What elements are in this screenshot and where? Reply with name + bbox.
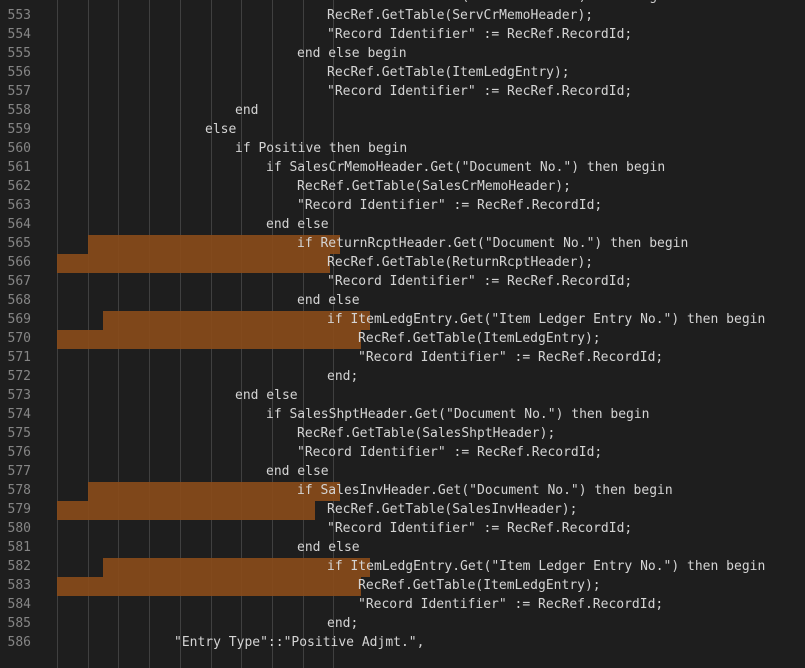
code-line: end else	[266, 217, 329, 232]
code-line: RecRef.GetTable(ItemLedgEntry);	[358, 578, 601, 593]
code-line: "Record Identifier" := RecRef.RecordId;	[327, 84, 633, 99]
line-number: 585	[7, 616, 31, 631]
code-line: "Record Identifier" := RecRef.RecordId;	[327, 27, 633, 42]
code-line: "Entry Type"::"Positive Adjmt.",	[174, 635, 425, 650]
line-number: 586	[7, 635, 31, 650]
code-line: RecRef.GetTable(ItemLedgEntry);	[327, 65, 570, 80]
line-number: 568	[7, 293, 31, 308]
code-line: "Record Identifier" := RecRef.RecordId;	[297, 198, 603, 213]
line-number: 555	[7, 46, 31, 61]
changed-region-highlight	[57, 501, 315, 520]
code-line: end else begin	[297, 46, 407, 61]
line-number: 554	[7, 27, 31, 42]
line-number: 567	[7, 274, 31, 289]
line-number: 561	[7, 160, 31, 175]
line-number: 576	[7, 445, 31, 460]
code-line: "Record Identifier" := RecRef.RecordId;	[358, 350, 664, 365]
line-number: 582	[7, 559, 31, 574]
changed-region-highlight	[57, 577, 361, 596]
code-line: if ItemLedgEntry.Get("Item Ledger Entry …	[327, 559, 766, 574]
changed-region-highlight	[57, 254, 330, 273]
line-number: 574	[7, 407, 31, 422]
line-number: 569	[7, 312, 31, 327]
code-line: end;	[327, 369, 359, 384]
code-line: if SalesShptHeader.Get("Document No.") t…	[266, 407, 650, 422]
code-line: end	[235, 103, 259, 118]
code-line: RecRef.GetTable(ReturnRcptHeader);	[327, 255, 594, 270]
line-number: 579	[7, 502, 31, 517]
line-number: 577	[7, 464, 31, 479]
code-line: if Positive then begin	[235, 141, 408, 156]
line-number: 584	[7, 597, 31, 612]
code-line: if ItemLedgEntry.Get("Item Ledger Entry …	[327, 312, 766, 327]
line-number: 559	[7, 122, 31, 137]
line-number: 562	[7, 179, 31, 194]
code-line: "Record Identifier" := RecRef.RecordId;	[358, 597, 664, 612]
code-line: RecRef.GetTable(SalesShptHeader);	[297, 426, 556, 441]
line-number: 566	[7, 255, 31, 270]
line-number: 558	[7, 103, 31, 118]
line-number: 578	[7, 483, 31, 498]
code-line: RecRef.GetTable(SalesCrMemoHeader);	[297, 179, 571, 194]
code-line: RecRef.GetTable(ItemLedgEntry);	[358, 331, 601, 346]
line-number: 575	[7, 426, 31, 441]
code-line: RecRef.GetTable(SalesInvHeader);	[327, 502, 578, 517]
code-line: "Record Identifier" := RecRef.RecordId;	[327, 274, 633, 289]
line-number: 564	[7, 217, 31, 232]
line-number: 570	[7, 331, 31, 346]
code-line: if SalesInvHeader.Get("Document No.") th…	[297, 483, 673, 498]
code-line: end;	[327, 616, 359, 631]
code-editor[interactable]: 552if ServMemoHeader.Get("Document No.")…	[0, 0, 805, 668]
code-line: if SalesCrMemoHeader.Get("Document No.")…	[266, 160, 666, 175]
code-line: end else	[297, 540, 360, 555]
code-line: end else	[297, 293, 360, 308]
line-number: 572	[7, 369, 31, 384]
line-number: 580	[7, 521, 31, 536]
line-number: 557	[7, 84, 31, 99]
line-number: 556	[7, 65, 31, 80]
code-line: "Record Identifier" := RecRef.RecordId;	[297, 445, 603, 460]
line-number: 573	[7, 388, 31, 403]
line-number: 565	[7, 236, 31, 251]
code-line: end else	[235, 388, 298, 403]
code-line: else	[205, 122, 237, 137]
line-number: 583	[7, 578, 31, 593]
line-number: 581	[7, 540, 31, 555]
changed-region-highlight	[57, 330, 361, 349]
code-line: "Record Identifier" := RecRef.RecordId;	[327, 521, 633, 536]
line-number: 571	[7, 350, 31, 365]
line-number: 553	[7, 8, 31, 23]
code-line: if ReturnRcptHeader.Get("Document No.") …	[297, 236, 689, 251]
line-number: 563	[7, 198, 31, 213]
code-line: RecRef.GetTable(ServCrMemoHeader);	[327, 8, 594, 23]
line-number: 560	[7, 141, 31, 156]
code-line: end else	[266, 464, 329, 479]
